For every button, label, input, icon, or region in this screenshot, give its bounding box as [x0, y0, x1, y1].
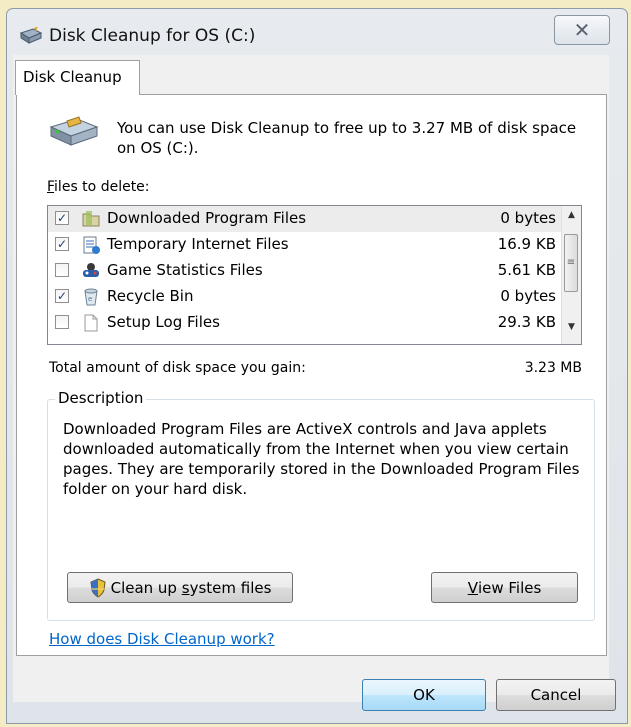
total-space-value: 3.23 MB — [524, 360, 582, 376]
game-controller-icon — [81, 261, 101, 281]
tab-panel: You can use Disk Cleanup to free up to 3… — [16, 94, 607, 656]
scroll-up-arrow-icon[interactable]: ▲ — [562, 210, 581, 228]
scroll-down-arrow-icon[interactable]: ▼ — [562, 322, 581, 340]
document-icon — [81, 235, 101, 255]
checkbox[interactable]: ✓ — [55, 237, 69, 251]
file-name: Setup Log Files — [107, 313, 220, 331]
blank-file-icon — [81, 313, 101, 333]
svg-text:e: e — [88, 295, 92, 303]
files-list[interactable]: ✓ Downloaded Program Files 0 bytes ✓ Tem… — [47, 205, 582, 345]
help-link[interactable]: How does Disk Cleanup work? — [49, 630, 275, 648]
cancel-button[interactable]: Cancel — [496, 679, 616, 711]
file-name: Game Statistics Files — [107, 261, 263, 279]
disk-cleanup-icon — [19, 26, 43, 49]
file-size: 0 bytes — [500, 287, 556, 305]
file-size: 5.61 KB — [497, 261, 556, 279]
folder-icon — [81, 209, 101, 229]
list-item[interactable]: Game Statistics Files 5.61 KB — [48, 258, 581, 284]
file-name: Recycle Bin — [107, 287, 194, 305]
close-icon: ✕ — [573, 18, 591, 42]
cleanup-label-pre: Clean up — [110, 578, 182, 597]
window-title: Disk Cleanup for OS (C:) — [49, 26, 256, 46]
file-size: 0 bytes — [500, 209, 556, 227]
checkbox[interactable] — [55, 263, 69, 277]
description-legend: Description — [55, 389, 147, 407]
file-size: 29.3 KB — [497, 313, 556, 331]
intro-text: You can use Disk Cleanup to free up to 3… — [117, 119, 577, 157]
checkbox[interactable] — [55, 315, 69, 329]
uac-shield-icon — [89, 577, 107, 598]
title-bar[interactable]: Disk Cleanup for OS (C:) ✕ — [7, 9, 627, 59]
clean-up-system-files-button[interactable]: Clean up s ystem files — [67, 572, 293, 603]
files-label-mnemonic: F — [47, 179, 55, 195]
files-to-delete-label: Files to delete: — [47, 179, 150, 195]
file-name: Downloaded Program Files — [107, 209, 307, 227]
scroll-thumb[interactable]: ≡ — [564, 234, 578, 292]
list-scrollbar[interactable]: ▲ ≡ ▼ — [561, 206, 581, 344]
checkbox[interactable]: ✓ — [55, 289, 69, 303]
list-item[interactable]: Setup Log Files 29.3 KB — [48, 310, 581, 336]
ok-button[interactable]: OK — [362, 679, 486, 711]
hard-drive-icon — [47, 115, 101, 155]
tab-disk-cleanup[interactable]: Disk Cleanup — [15, 60, 140, 95]
list-item[interactable]: ✓ e Recycle Bin 0 bytes — [48, 284, 581, 310]
view-label-post: iew Files — [477, 578, 542, 597]
file-name: Temporary Internet Files — [107, 235, 289, 253]
view-files-button[interactable]: View Files — [431, 572, 578, 603]
cleanup-label-mnemonic: s — [181, 578, 190, 597]
recycle-bin-icon: e — [81, 287, 101, 307]
file-size: 16.9 KB — [497, 235, 556, 253]
list-item[interactable]: ✓ Temporary Internet Files 16.9 KB — [48, 232, 581, 258]
list-item[interactable]: ✓ Downloaded Program Files 0 bytes — [48, 206, 581, 232]
total-space-label: Total amount of disk space you gain: — [49, 360, 306, 376]
checkbox[interactable]: ✓ — [55, 211, 69, 225]
cleanup-label-post: ystem files — [189, 578, 272, 597]
close-button[interactable]: ✕ — [554, 15, 610, 45]
files-label-rest: iles to delete: — [54, 179, 150, 195]
description-text: Downloaded Program Files are ActiveX con… — [63, 420, 580, 498]
view-label-mnemonic: V — [467, 578, 478, 597]
